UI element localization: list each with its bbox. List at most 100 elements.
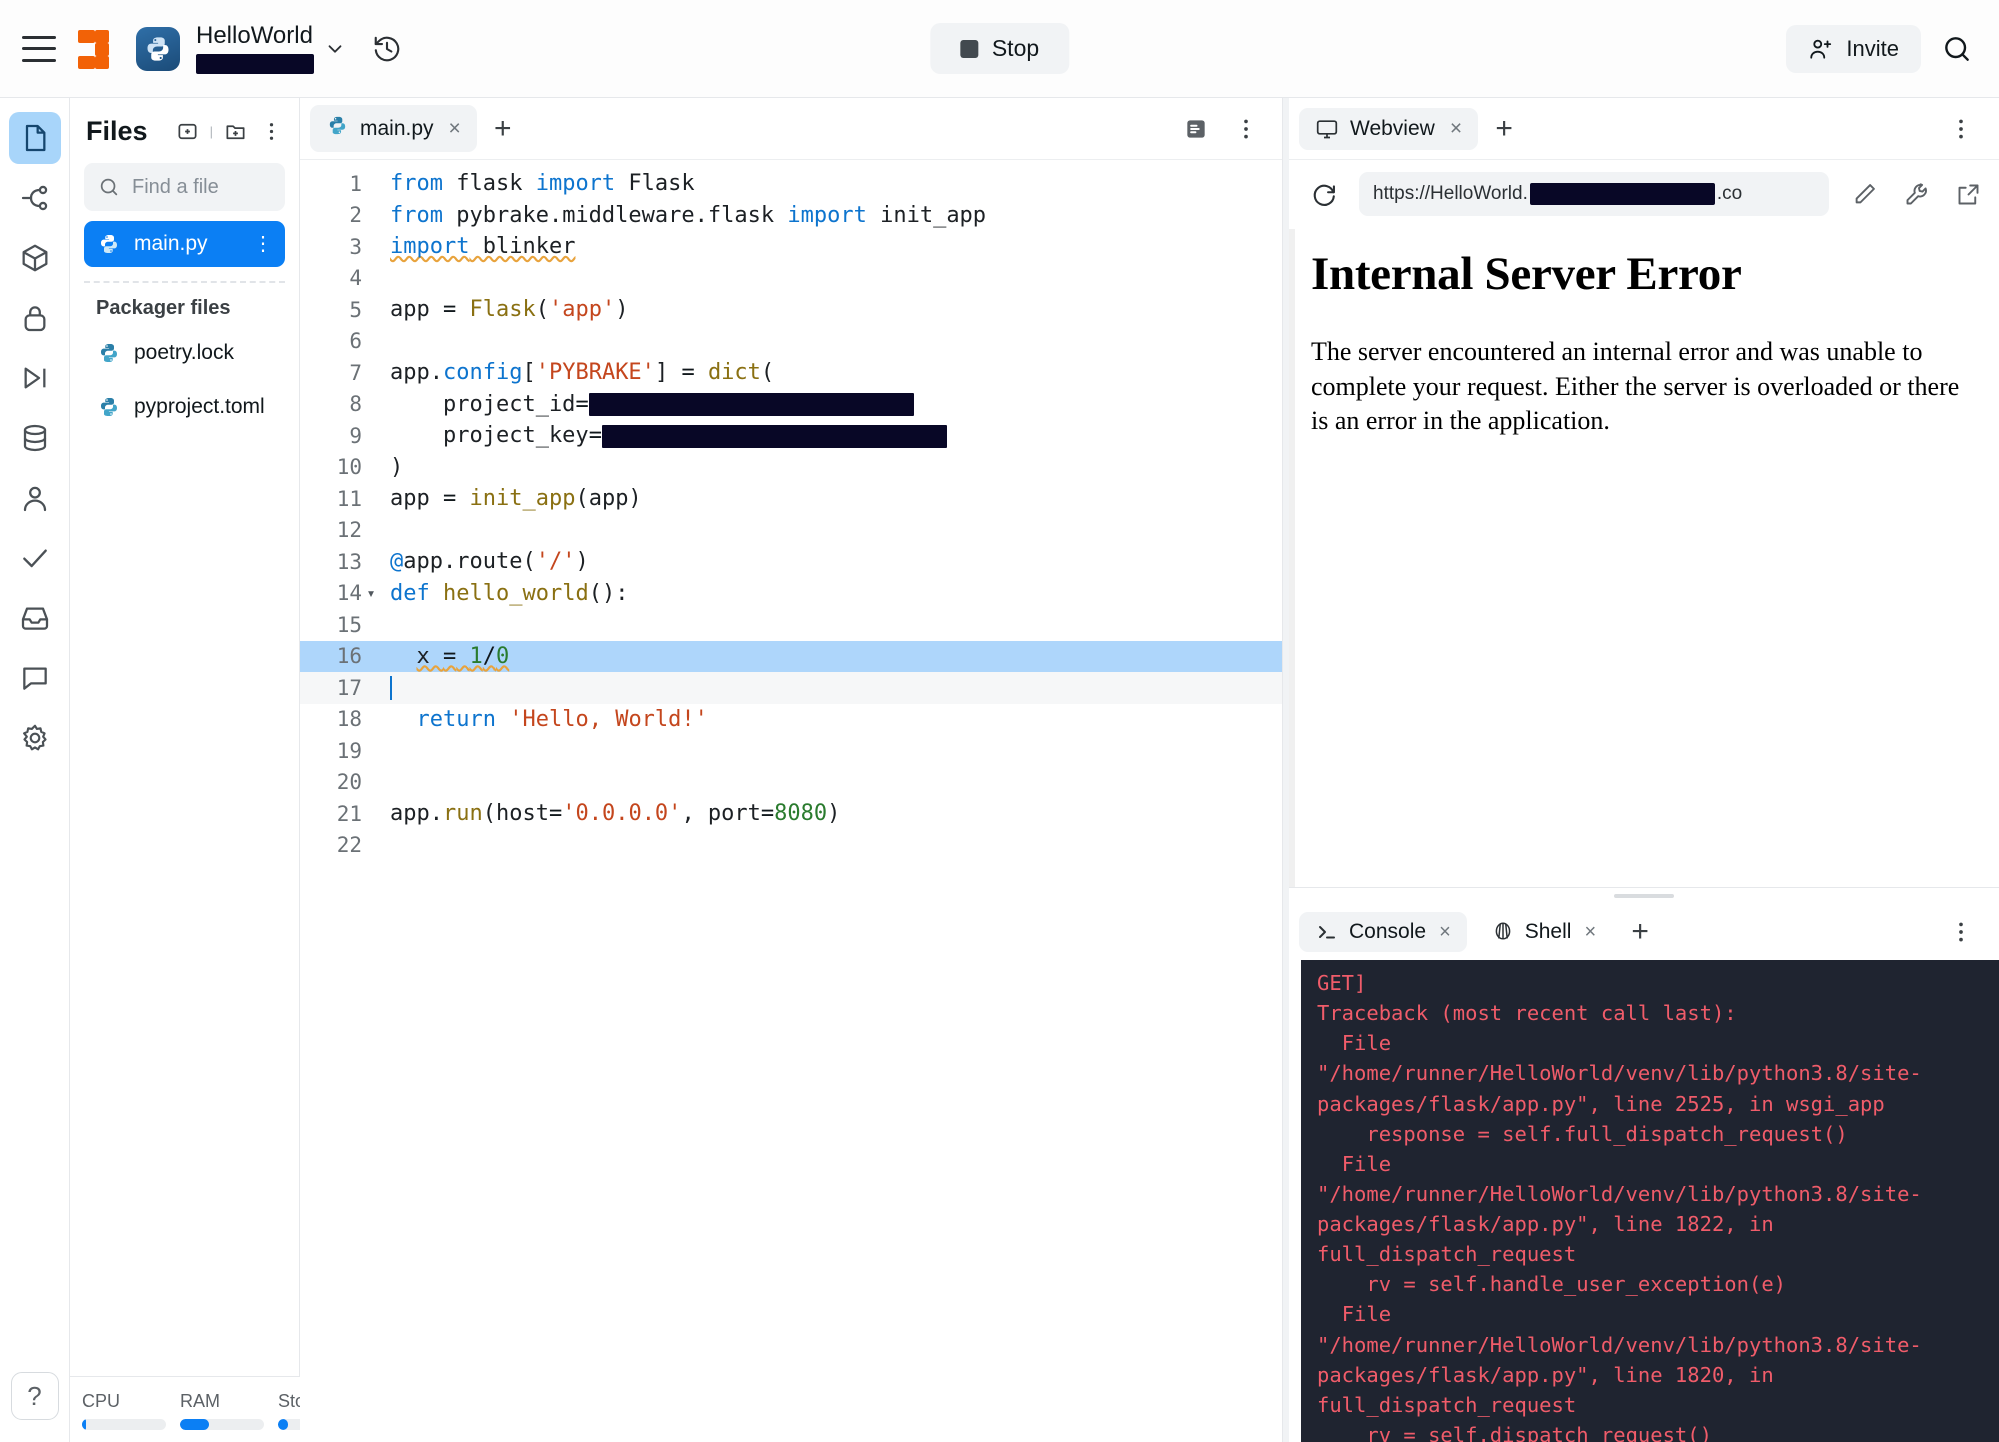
sidebar-item-files[interactable]	[9, 112, 61, 164]
line-number: 5	[300, 298, 362, 322]
code-line[interactable]: 14▾def hello_world():	[300, 578, 1282, 610]
cube-icon	[19, 242, 51, 274]
code-line[interactable]: 6	[300, 326, 1282, 358]
add-folder-icon[interactable]	[221, 118, 249, 146]
webview-url-bar: https://HelloWorld. .co	[1289, 160, 1999, 228]
packager-files-label: Packager files	[70, 287, 299, 326]
new-tab-plus-icon[interactable]: +	[1484, 109, 1524, 149]
code-line[interactable]: 7 app.config['PYBRAKE'] = dict(	[300, 357, 1282, 389]
code-line[interactable]: 2from pybrake.middleware.flask import in…	[300, 200, 1282, 232]
stop-button[interactable]: Stop	[930, 23, 1069, 74]
files-more-icon[interactable]	[257, 118, 285, 146]
tab-shell[interactable]: Shell ×	[1475, 912, 1612, 952]
code-line[interactable]: 9 project_key=	[300, 420, 1282, 452]
sidebar-item-database[interactable]	[9, 412, 61, 464]
toolbar-divider: |	[210, 124, 213, 139]
console-output[interactable]: GET] Traceback (most recent call last): …	[1301, 960, 1999, 1442]
line-number: 15	[300, 613, 362, 637]
monitor-icon	[1315, 117, 1339, 141]
search-icon[interactable]	[1937, 29, 1977, 69]
code-line[interactable]: 11app = init_app(app)	[300, 483, 1282, 515]
sidebar-item-account[interactable]	[9, 472, 61, 524]
add-file-icon[interactable]	[174, 118, 202, 146]
search-input[interactable]	[132, 176, 271, 199]
code-line[interactable]: 17	[300, 672, 1282, 704]
play-to-end-icon	[19, 362, 51, 394]
hamburger-menu-icon[interactable]	[22, 36, 56, 62]
code-line[interactable]: 16 x = 1/0	[300, 641, 1282, 673]
file-item-label: poetry.lock	[134, 341, 234, 365]
find-file-field[interactable]	[84, 163, 285, 211]
sidebar-item-secrets[interactable]	[9, 292, 61, 344]
code-line[interactable]: 8 project_id=	[300, 389, 1282, 421]
external-link-icon[interactable]	[1951, 177, 1985, 211]
sidebar-item-version-control[interactable]	[9, 172, 61, 224]
wrench-icon[interactable]	[1899, 177, 1933, 211]
close-icon[interactable]: ×	[1450, 117, 1462, 141]
code-line[interactable]: 21app.run(host='0.0.0.0', port=8080)	[300, 798, 1282, 830]
chevron-down-icon[interactable]	[322, 36, 348, 62]
code-line[interactable]: 15	[300, 609, 1282, 641]
editor-tabstrip-actions	[1180, 113, 1272, 145]
close-icon[interactable]: ×	[449, 117, 461, 141]
format-document-icon[interactable]	[1180, 113, 1212, 145]
sidebar-item-debugger[interactable]	[9, 352, 61, 404]
status-cpu[interactable]: CPU	[82, 1391, 166, 1430]
sidebar-item-tasks[interactable]	[9, 532, 61, 584]
file-item-more-icon[interactable]: ⋮	[253, 238, 273, 250]
file-item-main-py[interactable]: main.py ⋮	[84, 221, 285, 267]
line-number: 7	[300, 361, 362, 385]
sidebar-item-settings[interactable]	[9, 712, 61, 764]
pencil-icon[interactable]	[1847, 177, 1881, 211]
replit-logo-icon[interactable]	[78, 30, 116, 68]
sidebar-item-packages[interactable]	[9, 232, 61, 284]
line-number: 16	[300, 644, 362, 668]
code-line[interactable]: 12	[300, 515, 1282, 547]
status-ram[interactable]: RAM	[180, 1391, 264, 1430]
code-line[interactable]: 5app = Flask('app')	[300, 294, 1282, 326]
tab-main-py[interactable]: main.py ×	[310, 105, 477, 152]
close-icon[interactable]: ×	[1584, 921, 1596, 944]
file-item-poetry-lock[interactable]: poetry.lock	[84, 330, 285, 376]
file-item-pyproject-toml[interactable]: pyproject.toml	[84, 384, 285, 430]
console-more-icon[interactable]	[1945, 916, 1977, 948]
tab-console[interactable]: Console ×	[1299, 912, 1467, 952]
code-text: import blinker	[380, 234, 575, 259]
help-button[interactable]: ?	[11, 1372, 59, 1420]
webview-more-icon[interactable]	[1945, 113, 1977, 145]
reload-icon[interactable]	[1307, 177, 1341, 211]
fold-toggle-icon[interactable]: ▾	[362, 584, 380, 602]
line-number: 8	[300, 392, 362, 416]
new-tab-plus-icon[interactable]: +	[1620, 912, 1660, 952]
code-line[interactable]: 4	[300, 263, 1282, 295]
code-line[interactable]: 1from flask import Flask	[300, 168, 1282, 200]
code-text: x = 1/0	[380, 644, 509, 669]
new-tab-plus-icon[interactable]: +	[483, 109, 523, 149]
close-icon[interactable]: ×	[1439, 921, 1451, 944]
code-line[interactable]: 10)	[300, 452, 1282, 484]
status-cpu-meter	[82, 1419, 166, 1430]
tab-webview[interactable]: Webview ×	[1299, 108, 1478, 150]
console-resize-handle[interactable]	[1289, 888, 1999, 904]
history-clock-icon[interactable]	[370, 32, 404, 66]
code-line[interactable]: 13@app.route('/')	[300, 546, 1282, 578]
code-line[interactable]: 19	[300, 735, 1282, 767]
url-prefix: https://HelloWorld.	[1373, 183, 1528, 205]
code-text: app.config['PYBRAKE'] = dict(	[380, 360, 774, 385]
code-editor[interactable]: 1from flask import Flask2from pybrake.mi…	[300, 160, 1282, 1442]
editor-more-icon[interactable]	[1230, 113, 1262, 145]
url-input[interactable]: https://HelloWorld. .co	[1359, 172, 1829, 216]
sidebar-item-deployments[interactable]	[9, 592, 61, 644]
code-line[interactable]: 18 return 'Hello, World!'	[300, 704, 1282, 736]
code-line[interactable]: 22	[300, 830, 1282, 862]
tab-label: Console	[1349, 920, 1426, 944]
python-file-icon	[96, 231, 122, 257]
code-text: @app.route('/')	[380, 549, 589, 574]
webview-content: Internal Server Error The server encount…	[1289, 228, 1999, 887]
project-info[interactable]: HelloWorld	[196, 23, 314, 73]
code-line[interactable]: 3import blinker	[300, 231, 1282, 263]
invite-button[interactable]: Invite	[1786, 25, 1921, 73]
code-line[interactable]: 20	[300, 767, 1282, 799]
sidebar-item-chat[interactable]	[9, 652, 61, 704]
line-number: 22	[300, 833, 362, 857]
